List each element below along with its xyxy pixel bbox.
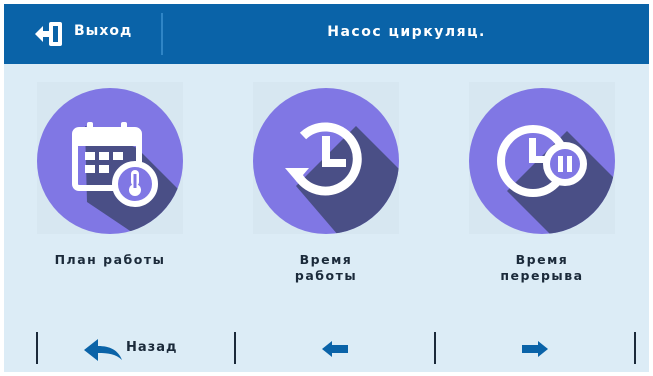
clock-pause-icon <box>469 88 615 234</box>
tile-work-plan[interactable]: План работы <box>25 82 195 302</box>
exit-button[interactable]: Выход <box>4 4 164 64</box>
header-divider <box>161 13 163 55</box>
tile-work-time[interactable]: Время работы <box>241 82 411 302</box>
tile-pause-time[interactable]: Время перерыва <box>457 82 627 302</box>
page-title: Насос циркуляц. <box>327 24 486 40</box>
tile-label: План работы <box>54 252 166 267</box>
tile-label: Время перерыва <box>500 252 584 283</box>
clock-history-icon <box>253 88 399 234</box>
exit-label: Выход <box>74 23 133 39</box>
tile-label: Время работы <box>294 252 358 283</box>
screen: Выход Насос циркуляц. План работы Время … <box>4 4 649 372</box>
back-button[interactable]: Назад <box>38 326 234 370</box>
back-label: Назад <box>126 340 178 355</box>
arrow-left-icon <box>322 341 348 357</box>
prev-button[interactable] <box>236 326 434 370</box>
next-button[interactable] <box>436 326 634 370</box>
calendar-thermometer-icon <box>37 88 183 234</box>
arrow-right-icon <box>522 341 548 357</box>
nav-separator <box>634 332 636 364</box>
header-bar: Выход Насос циркуляц. <box>4 4 649 64</box>
back-arrow-icon <box>84 339 122 361</box>
exit-door-icon <box>35 22 62 46</box>
